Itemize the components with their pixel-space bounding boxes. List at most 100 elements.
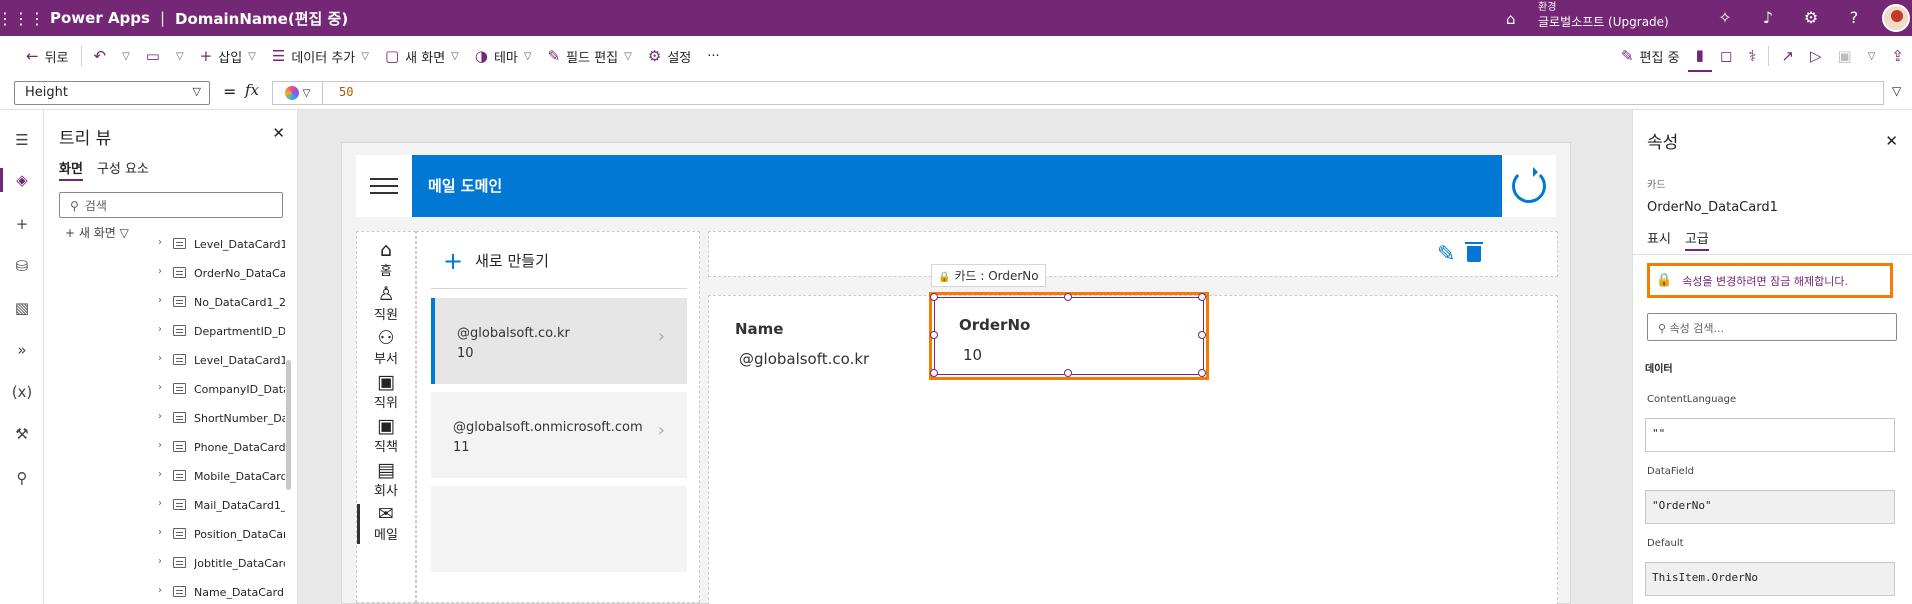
close-icon[interactable]: ✕: [272, 124, 285, 142]
tree-item[interactable]: › Phone_DataCard1_1: [45, 433, 285, 462]
tree-item[interactable]: › Mail_DataCard1_1: [45, 491, 285, 520]
tree-item[interactable]: › Position_DataCard1: [45, 520, 285, 549]
nav-item[interactable]: ▣ 직책: [357, 416, 415, 455]
new-screen-button[interactable]: ▢ 새 화면 ▽: [377, 40, 467, 72]
chevron-right-icon[interactable]: ›: [158, 498, 162, 509]
insert-icon[interactable]: +: [0, 206, 44, 242]
search-icon[interactable]: ⚲: [0, 460, 44, 496]
tree-item[interactable]: › ShortNumber_Data: [45, 404, 285, 433]
nav-item[interactable]: ⌂ 홈: [357, 240, 415, 279]
layers-icon[interactable]: ◈: [0, 162, 44, 198]
nav-item[interactable]: ▤ 회사: [357, 460, 415, 499]
prop-input[interactable]: ThisItem.OrderNo: [1645, 562, 1895, 596]
pencil-icon[interactable]: ✎: [1437, 242, 1455, 267]
chevron-right-icon[interactable]: ›: [158, 353, 162, 364]
nav-item[interactable]: ✉ 메일: [357, 504, 415, 544]
formula-input[interactable]: 50: [322, 81, 1884, 105]
chevron-right-icon[interactable]: ›: [158, 266, 162, 277]
tree-item[interactable]: › OrderNo_DataCard: [45, 259, 285, 288]
save-button[interactable]: ▣: [1830, 40, 1860, 72]
unlock-button[interactable]: 🔒 속성을 변경하려면 잠금 해제합니다.: [1647, 263, 1893, 298]
chevron-right-icon[interactable]: ›: [158, 411, 162, 422]
gallery-item[interactable]: @globalsoft.co.kr 10 ›: [431, 298, 687, 384]
tree-item[interactable]: › DepartmentID_Data: [45, 317, 285, 346]
prop-input[interactable]: "OrderNo": [1645, 490, 1895, 524]
nav-item[interactable]: ▣ 직위: [357, 372, 415, 411]
chevron-right-icon[interactable]: ›: [158, 556, 162, 567]
tree-item[interactable]: › No_DataCard1_2: [45, 288, 285, 317]
undo-menu-button[interactable]: ▽: [114, 40, 138, 72]
save-menu-button[interactable]: ▽: [1860, 40, 1884, 72]
settings-button[interactable]: ⚙ 설정: [640, 40, 699, 72]
theme-button[interactable]: ◑ 테마 ▽: [467, 40, 540, 72]
tab-display[interactable]: 표시: [1647, 228, 1671, 251]
chevron-right-icon[interactable]: ›: [158, 469, 162, 480]
trash-icon[interactable]: [1465, 240, 1483, 262]
resize-handle[interactable]: [1064, 369, 1072, 377]
resize-handle[interactable]: [1198, 293, 1206, 301]
copilot-icon[interactable]: ✧: [1714, 8, 1736, 27]
bell-icon[interactable]: ♪: [1757, 8, 1779, 27]
power-automate-icon[interactable]: »: [0, 332, 44, 368]
copilot-formula-button[interactable]: ▽: [272, 81, 322, 105]
gallery-item[interactable]: @globalsoft.onmicrosoft.com 11 ›: [431, 392, 687, 478]
preview-button[interactable]: ▷: [1802, 40, 1830, 72]
paste-menu-button[interactable]: ▽: [168, 40, 192, 72]
insert-button[interactable]: + 삽입 ▽: [192, 40, 264, 72]
resize-handle[interactable]: [1198, 331, 1206, 339]
selected-card[interactable]: OrderNo 10: [934, 297, 1204, 375]
tree-item[interactable]: › Level_DataCard1_2: [45, 346, 285, 375]
selected-card-highlight[interactable]: OrderNo 10: [929, 292, 1209, 380]
back-button[interactable]: ← 뒤로: [18, 40, 77, 72]
tree-item[interactable]: › CompanyID_DataCa: [45, 375, 285, 404]
menu-icon[interactable]: ☰: [0, 122, 44, 158]
property-search-input[interactable]: ⚲ 속성 검색...: [1647, 313, 1897, 341]
publish-button[interactable]: ⇪: [1883, 40, 1912, 72]
help-icon[interactable]: ?: [1843, 8, 1865, 27]
tree-scrollbar[interactable]: [286, 360, 291, 490]
tree-item[interactable]: › Jobtitle_DataCard1_: [45, 549, 285, 578]
edit-fields-button[interactable]: ✎ 필드 편집 ▽: [540, 40, 640, 72]
paste-button[interactable]: ▭: [138, 40, 168, 72]
expand-formula-icon[interactable]: ▽: [1892, 84, 1901, 98]
new-item-button[interactable]: + 새로 만들기: [443, 249, 549, 273]
nav-item[interactable]: ⚇ 부서: [357, 328, 415, 367]
advanced-tools-icon[interactable]: ⚒: [0, 416, 44, 452]
chevron-right-icon[interactable]: ›: [158, 237, 162, 248]
tree-item[interactable]: › Name_DataCard1_6: [45, 578, 285, 604]
avatar[interactable]: [1882, 4, 1910, 32]
nav-item[interactable]: ♙ 직원: [357, 284, 415, 323]
tab-advanced[interactable]: 고급: [1684, 228, 1709, 251]
editing-button[interactable]: ✎ 편집 중: [1613, 40, 1688, 72]
chevron-right-icon[interactable]: ›: [158, 527, 162, 538]
resize-handle[interactable]: [930, 331, 938, 339]
gear-icon[interactable]: ⚙: [1800, 8, 1822, 27]
refresh-icon[interactable]: [1512, 167, 1546, 203]
chevron-right-icon[interactable]: ›: [158, 382, 162, 393]
tree-item[interactable]: › Level_DataCard1: [45, 230, 285, 259]
variables-icon[interactable]: (x): [0, 374, 44, 410]
tab-components[interactable]: 구성 요소: [97, 158, 149, 181]
tree-item[interactable]: › Mobile_DataCard1_: [45, 462, 285, 491]
tree-search-input[interactable]: ⚲ 검색: [59, 192, 283, 218]
resize-handle[interactable]: [930, 293, 938, 301]
add-data-button[interactable]: ☰ 데이터 추가 ▽: [264, 40, 377, 72]
media-icon[interactable]: ▧: [0, 290, 44, 326]
tab-screens[interactable]: 화면: [59, 158, 83, 181]
chevron-right-icon[interactable]: ›: [158, 324, 162, 335]
notebook-button[interactable]: ▮: [1687, 40, 1712, 72]
share-button[interactable]: ↗: [1773, 40, 1802, 72]
chevron-right-icon[interactable]: ›: [158, 295, 162, 306]
app-checker-button[interactable]: ⚕: [1740, 40, 1764, 72]
comments-button[interactable]: ◻: [1712, 40, 1740, 72]
app-launcher-icon[interactable]: ⋮⋮⋮: [0, 9, 45, 28]
undo-button[interactable]: ↶: [86, 40, 115, 72]
environment-picker[interactable]: 환경 글로벌소프트 (Upgrade): [1538, 1, 1669, 29]
property-dropdown[interactable]: Height ▽: [14, 81, 210, 105]
more-button[interactable]: ···: [699, 40, 727, 72]
gallery-item-empty[interactable]: [431, 486, 687, 572]
close-icon[interactable]: ✕: [1885, 132, 1898, 150]
resize-handle[interactable]: [1198, 369, 1206, 377]
database-icon[interactable]: ⛁: [0, 248, 44, 284]
environment-icon[interactable]: ⌂: [1506, 10, 1516, 28]
